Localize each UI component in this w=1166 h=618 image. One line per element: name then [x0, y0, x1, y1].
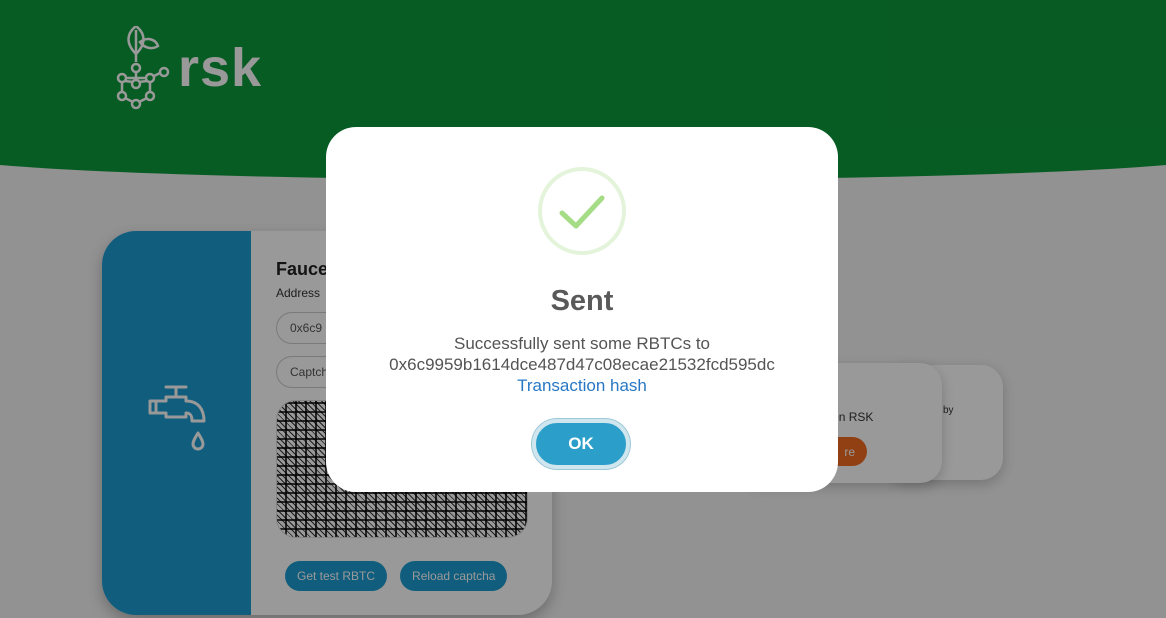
dialog-title: Sent: [550, 285, 614, 317]
ok-button[interactable]: OK: [532, 419, 630, 469]
recipient-address: 0x6c9959b1614dce487d47c08ecae21532fcd595…: [389, 355, 775, 374]
dialog-message-line: Successfully sent some RBTCs to: [453, 334, 711, 353]
dialog-message: Successfully sent some RBTCs to 0x6c9959…: [326, 333, 838, 396]
success-dialog: Sent Successfully sent some RBTCs to 0x6…: [326, 127, 838, 492]
transaction-hash-link[interactable]: Transaction hash: [517, 376, 647, 395]
success-check-icon: [538, 167, 626, 255]
